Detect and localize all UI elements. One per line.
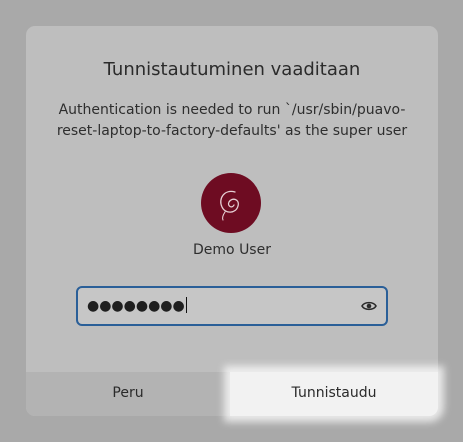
dialog-title: Tunnistautuminen vaaditaan	[103, 59, 361, 80]
user-name: Demo User	[193, 242, 271, 258]
dialog-button-bar: Peru Tunnistaudu	[26, 372, 438, 416]
authenticate-button[interactable]: Tunnistaudu	[230, 372, 438, 416]
authentication-dialog: Tunnistautuminen vaaditaan Authenticatio…	[26, 26, 438, 416]
debian-swirl-icon	[220, 190, 239, 221]
password-field[interactable]: ●●●●●●●●	[76, 286, 388, 326]
eye-icon	[361, 301, 377, 311]
password-masked-value: ●●●●●●●●	[87, 288, 188, 324]
text-caret	[185, 297, 188, 313]
cancel-button[interactable]: Peru	[26, 372, 230, 416]
show-password-button[interactable]	[360, 297, 378, 315]
avatar	[201, 173, 261, 233]
dialog-message: Authentication is needed to run `/usr/sb…	[56, 102, 408, 139]
